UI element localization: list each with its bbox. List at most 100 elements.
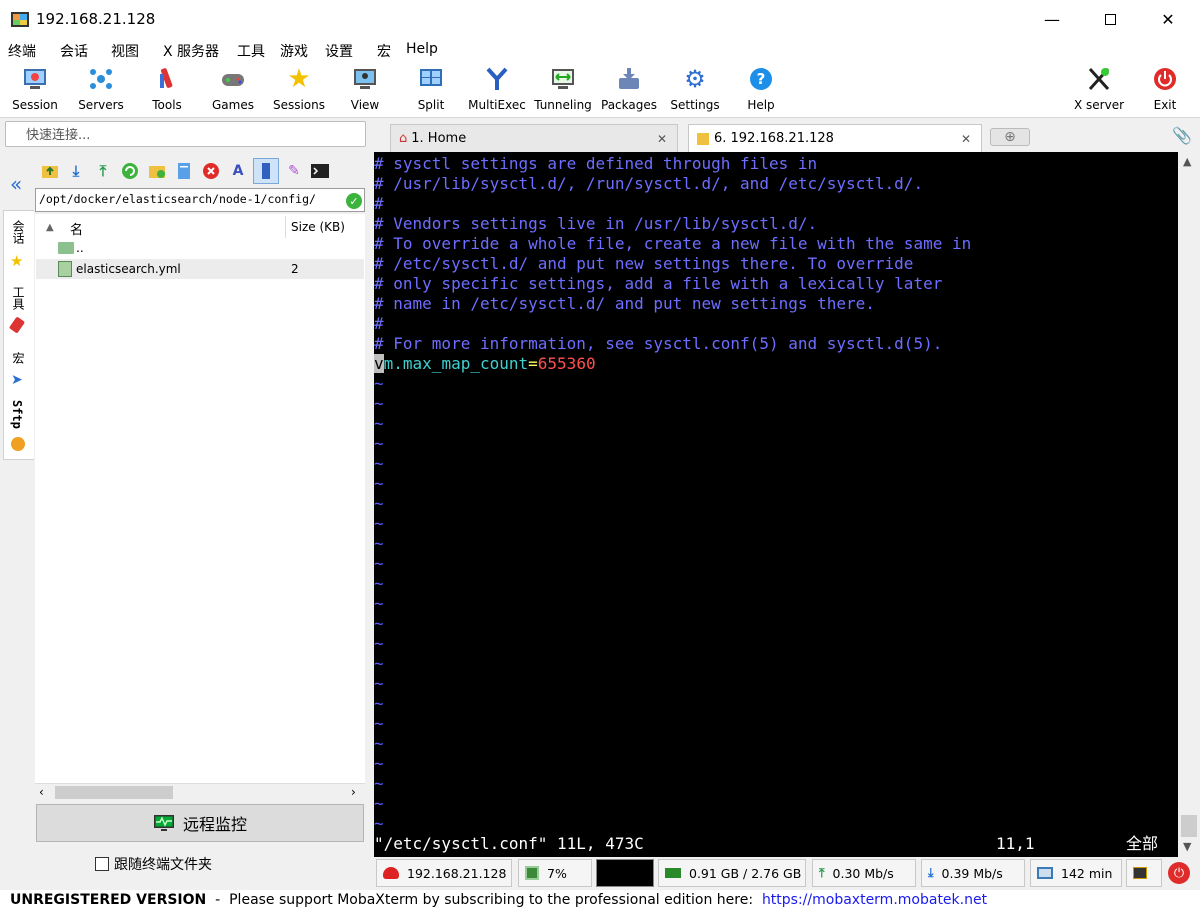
servers-button[interactable]: Servers xyxy=(68,64,134,116)
terminal-view[interactable]: # sysctl settings are defined through fi… xyxy=(374,152,1178,857)
checkbox[interactable] xyxy=(95,857,109,871)
side-tab-sftp[interactable]: Sftp xyxy=(10,400,24,429)
terminal-icon[interactable] xyxy=(310,161,330,181)
menu-sessions[interactable]: 会话 xyxy=(60,41,88,61)
vim-empty-line-marker: ~ xyxy=(374,374,384,393)
tools-button[interactable]: Tools xyxy=(134,64,200,116)
sessions-button[interactable]: ★ Sessions xyxy=(266,64,332,116)
monitor-icon xyxy=(153,815,174,831)
xserver-button[interactable]: X server xyxy=(1066,64,1132,116)
path-ok-icon[interactable]: ✓ xyxy=(346,193,362,209)
tab-session-ssh[interactable]: 6. 192.168.21.128 ✕ xyxy=(688,124,982,152)
cpu-graph xyxy=(596,859,654,887)
scroll-up-icon[interactable]: ▲ xyxy=(1183,155,1191,168)
refresh-icon[interactable] xyxy=(120,161,140,181)
close-tab-icon[interactable]: ✕ xyxy=(657,132,667,146)
packages-button[interactable]: Packages xyxy=(596,64,662,116)
window-title: 192.168.21.128 xyxy=(36,10,156,28)
terminal-comment-line: # xyxy=(374,194,384,213)
exit-button[interactable]: Exit xyxy=(1132,64,1198,116)
unregistered-label: UNREGISTERED VERSION xyxy=(10,892,207,908)
setting-key: m.max_map_count xyxy=(383,354,529,373)
menu-tools[interactable]: 工具 xyxy=(237,41,265,61)
new-tab-button[interactable]: ⊕ xyxy=(990,128,1030,146)
xserver-icon xyxy=(1086,66,1112,92)
delete-icon[interactable] xyxy=(201,161,221,181)
scroll-left-icon[interactable]: ‹ xyxy=(39,785,44,799)
tunneling-icon xyxy=(550,66,576,92)
table-row[interactable]: elasticsearch.yml 2 xyxy=(36,259,364,279)
quick-connect-input[interactable]: 快速连接... xyxy=(5,121,366,147)
split-button[interactable]: Split xyxy=(398,64,464,116)
menu-macros[interactable]: 宏 xyxy=(377,41,391,61)
power-icon xyxy=(1152,66,1178,92)
games-button[interactable]: Games xyxy=(200,64,266,116)
attachment-icon[interactable]: 📎 xyxy=(1172,126,1192,145)
vim-empty-line-marker: ~ xyxy=(374,554,384,573)
upload-icon[interactable]: ⤒ xyxy=(93,161,113,181)
show-hidden-toggle[interactable] xyxy=(253,158,279,184)
side-tab-tools[interactable]: 工具 xyxy=(10,286,27,310)
table-row[interactable]: .. xyxy=(36,239,364,259)
status-host: 192.168.21.128 xyxy=(376,859,512,887)
close-window-button[interactable]: ✕ xyxy=(1138,0,1198,38)
sftp-path-input[interactable]: /opt/docker/elasticsearch/node-1/config/ xyxy=(35,188,365,212)
minimize-button[interactable]: — xyxy=(1022,0,1082,38)
session-button[interactable]: Session xyxy=(2,64,68,116)
vim-status-file: "/etc/sysctl.conf" 11L, 473C xyxy=(374,834,644,853)
file-view-icon xyxy=(262,163,270,179)
new-file-icon[interactable] xyxy=(174,161,194,181)
tab-home[interactable]: ⌂ 1. Home ✕ xyxy=(390,124,678,152)
new-folder-icon[interactable] xyxy=(147,161,167,181)
follow-terminal-folder-checkbox[interactable]: 跟随终端文件夹 xyxy=(95,854,212,874)
menu-xserver[interactable]: X 服务器 xyxy=(163,41,219,61)
terminal-vertical-scrollbar[interactable]: ▲ ▼ xyxy=(1178,152,1200,857)
vim-empty-line-marker: ~ xyxy=(374,754,384,773)
close-tab-icon[interactable]: ✕ xyxy=(961,132,971,146)
help-button[interactable]: ? Help xyxy=(728,64,794,116)
magic-wand-icon[interactable]: ✎ xyxy=(284,161,304,181)
packages-icon xyxy=(616,66,642,92)
scrollbar-thumb[interactable] xyxy=(1181,815,1197,837)
rename-icon[interactable]: A xyxy=(228,161,248,181)
tools-icon xyxy=(154,66,180,92)
cpu-icon xyxy=(525,866,539,880)
scrollbar-thumb[interactable] xyxy=(55,786,173,799)
vim-empty-line-marker: ~ xyxy=(374,614,384,633)
download-icon[interactable]: ⤓ xyxy=(66,161,86,181)
status-user xyxy=(1126,859,1162,887)
menu-settings[interactable]: 设置 xyxy=(325,41,353,61)
maximize-icon xyxy=(1104,13,1116,25)
collapse-panel-icon[interactable]: « xyxy=(10,172,22,196)
remote-monitoring-button[interactable]: 远程监控 xyxy=(36,804,364,842)
scroll-right-icon[interactable]: › xyxy=(351,785,356,799)
column-header-name[interactable]: 名 xyxy=(70,219,83,238)
sftp-horizontal-scrollbar[interactable]: ‹ › xyxy=(35,783,365,801)
setting-value: 655360 xyxy=(537,354,596,373)
redhat-icon xyxy=(383,867,399,879)
status-exit-icon[interactable]: ⏻ xyxy=(1168,862,1190,884)
status-upload: ⤒ 0.30 Mb/s xyxy=(812,859,916,887)
vim-empty-line-marker: ~ xyxy=(374,774,384,793)
view-button[interactable]: View xyxy=(332,64,398,116)
parent-folder-icon[interactable] xyxy=(40,161,60,181)
menu-view[interactable]: 视图 xyxy=(111,41,139,61)
menu-terminal[interactable]: 终端 xyxy=(8,41,36,61)
menu-games[interactable]: 游戏 xyxy=(280,41,308,61)
vim-empty-line-marker: ~ xyxy=(374,474,384,493)
vim-empty-line-marker: ~ xyxy=(374,694,384,713)
side-tab-macros[interactable]: 宏 xyxy=(10,352,27,364)
vim-empty-line-marker: ~ xyxy=(374,514,384,533)
memory-icon xyxy=(665,868,681,878)
side-tab-sessions[interactable]: 会话 xyxy=(10,220,27,244)
tunneling-button[interactable]: Tunneling xyxy=(530,64,596,116)
title-bar xyxy=(0,0,1200,38)
multiexec-button[interactable]: MultiExec xyxy=(464,64,530,116)
session-icon xyxy=(22,66,48,92)
mobatek-link[interactable]: https://mobaxterm.mobatek.net xyxy=(762,892,987,908)
scroll-down-icon[interactable]: ▼ xyxy=(1183,840,1191,853)
settings-button[interactable]: ⚙ Settings xyxy=(662,64,728,116)
maximize-button[interactable] xyxy=(1080,0,1140,38)
menu-help[interactable]: Help xyxy=(406,41,438,57)
column-header-size[interactable]: Size (KB) xyxy=(291,220,345,234)
